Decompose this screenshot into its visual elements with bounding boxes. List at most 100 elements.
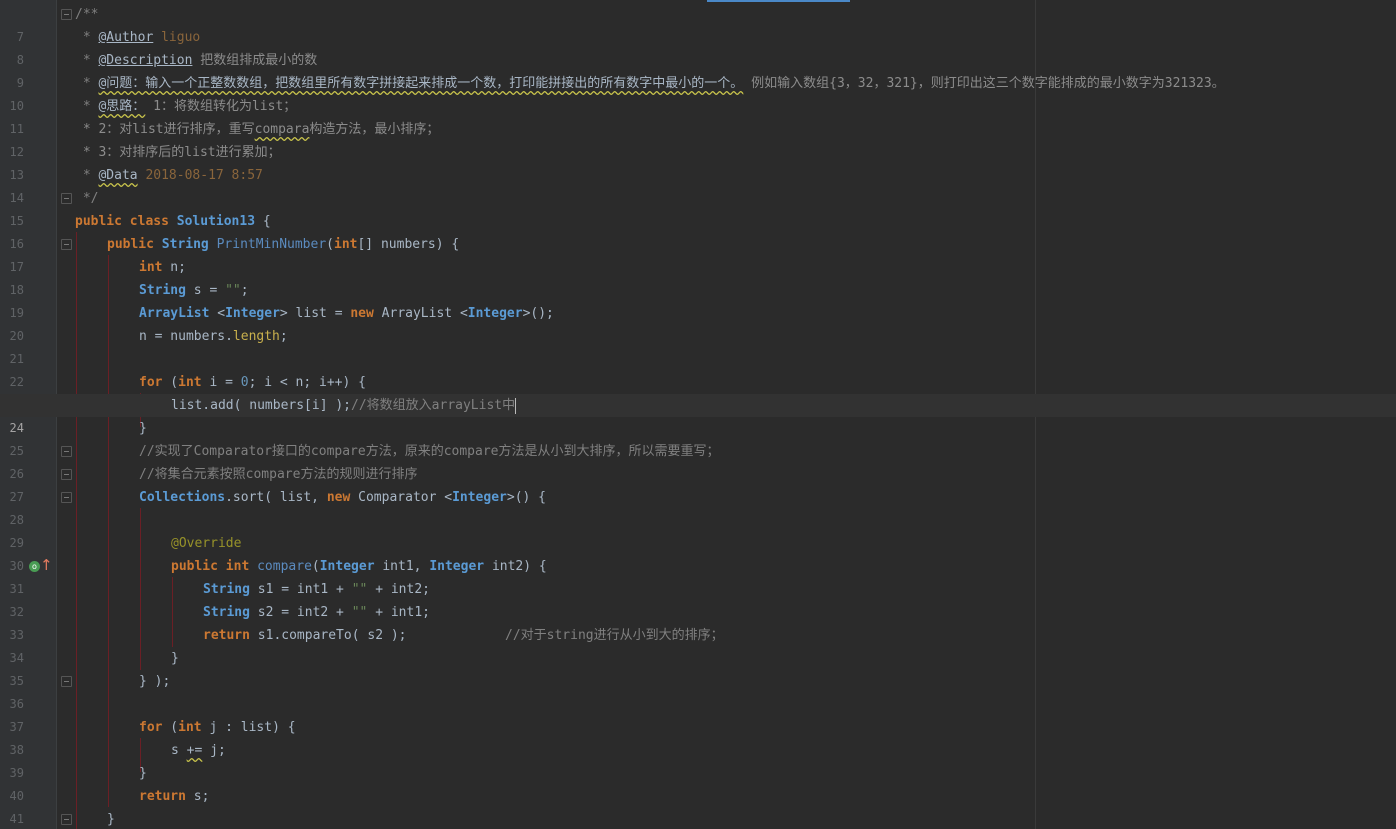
- code-line[interactable]: 14 * @Data 2018-08-17 8:57: [0, 164, 1396, 205]
- code-line[interactable]: 21 n = numbers.length;: [0, 325, 1396, 366]
- code-line[interactable]: 19 String s = "";: [0, 279, 1396, 320]
- code-line[interactable]: 9 * @Description 把数组排成最小的数: [0, 49, 1396, 90]
- code-line[interactable]: 33 String s2 = int2 + "" + int1;: [0, 601, 1396, 642]
- code-line[interactable]: 30 @Override: [0, 532, 1396, 573]
- code-line[interactable]: 25 }: [0, 417, 1396, 458]
- code-line[interactable]: 27 //将集合元素按照compare方法的规则进行排序: [0, 463, 1396, 504]
- type: ArrayList: [139, 306, 210, 321]
- fold-toggle-icon[interactable]: [61, 469, 72, 480]
- line-comment: //实现了Comparator接口的compare方法，原来的compare方法…: [139, 444, 720, 459]
- code-line[interactable]: 37: [0, 693, 1396, 734]
- brace: }: [171, 651, 179, 666]
- code-line[interactable]: 7 /**: [0, 3, 1396, 44]
- string-literal: "": [225, 283, 241, 298]
- keyword: return: [203, 628, 250, 643]
- statement: j : list) {: [201, 720, 296, 735]
- code-line[interactable]: 36 } );: [0, 670, 1396, 711]
- code-line[interactable]: 15 */: [0, 187, 1396, 228]
- code-line[interactable]: 13 * 3：对排序后的list进行累加；: [0, 141, 1396, 182]
- code-line[interactable]: 35 }: [0, 647, 1396, 688]
- code-line[interactable]: 16 public class Solution13 {: [0, 210, 1396, 251]
- code-line[interactable]: 12 * 2：对list进行排序，重写compara构造方法，最小排序；: [0, 118, 1396, 159]
- statement: s2 = int2 +: [249, 605, 352, 620]
- statement: ; i < n; i++) {: [248, 375, 366, 390]
- code-line[interactable]: 11 * @思路： 1：将数组转化为list；: [0, 95, 1396, 136]
- fold-toggle-icon[interactable]: [61, 193, 72, 204]
- number-literal: 0: [240, 375, 249, 390]
- current-code-line[interactable]: 24 list.add( numbers[i] );//将数组放入arrayLi…: [0, 394, 1396, 435]
- statement: + int1;: [367, 605, 430, 620]
- keyword: public: [107, 237, 154, 252]
- author-value: liguo: [153, 30, 201, 45]
- statement: s;: [185, 789, 210, 804]
- doc-comment-open: /**: [75, 7, 99, 22]
- code-line[interactable]: 41 return s;: [0, 785, 1396, 826]
- code-line[interactable]: 26 //实现了Comparator接口的compare方法，原来的compar…: [0, 440, 1396, 481]
- code-line[interactable]: 40 }: [0, 762, 1396, 803]
- generic-open: <: [459, 306, 468, 321]
- param: int1,: [374, 559, 430, 574]
- string-literal: "": [351, 582, 368, 597]
- line-comment: //将数组放入arrayList中: [351, 398, 516, 413]
- code-line[interactable]: 31 o ↑ public int compare(Integer int1, …: [0, 555, 1396, 596]
- type: String: [203, 582, 250, 597]
- code-line[interactable]: 8 * @Author liguo: [0, 26, 1396, 67]
- code-line[interactable]: 17 public String PrintMinNumber(int[] nu…: [0, 233, 1396, 274]
- doc-step-2-word: compara: [254, 122, 310, 137]
- generic-open: <: [444, 490, 453, 505]
- code-line[interactable]: 10 * @问题：输入一个正整数数组，把数组里所有数字拼接起来排成一个数，打印能…: [0, 72, 1396, 113]
- code-line[interactable]: 39 s += j;: [0, 739, 1396, 780]
- code-line[interactable]: 28 Collections.sort( list, new Comparato…: [0, 486, 1396, 527]
- code-line[interactable]: 42 }: [0, 808, 1396, 829]
- type: Integer: [467, 306, 523, 321]
- fold-toggle-icon[interactable]: [61, 492, 72, 503]
- statement: >() {: [506, 490, 547, 505]
- override-gutter-marker[interactable]: o ↑: [29, 556, 53, 575]
- override-icon[interactable]: o: [29, 561, 40, 572]
- fold-toggle-icon[interactable]: [61, 676, 72, 687]
- keyword: for: [139, 375, 163, 390]
- type: Integer: [452, 490, 507, 505]
- param: int2) {: [484, 559, 547, 574]
- statement: ArrayList: [373, 306, 460, 321]
- semicolon: ;: [240, 283, 249, 298]
- method-name: PrintMinNumber: [216, 237, 327, 252]
- keyword: new: [350, 306, 374, 321]
- fold-toggle-icon[interactable]: [61, 446, 72, 457]
- code-editor[interactable]: 7 /** 8 * @Author liguo 9 * @Description…: [0, 0, 1396, 829]
- code-line[interactable]: 22: [0, 348, 1396, 389]
- statement: s: [171, 743, 187, 758]
- doc-step-3: * 3：对排序后的list进行累加；: [75, 145, 281, 160]
- annotation: @Override: [171, 536, 242, 551]
- statement: Comparator: [350, 490, 445, 505]
- tab-indicator: [707, 0, 850, 2]
- statement: s1 = int1 +: [249, 582, 352, 597]
- doc-step-2-tail: 构造方法，最小排序；: [309, 122, 440, 137]
- doc-star: *: [75, 76, 99, 91]
- up-arrow-icon[interactable]: ↑: [40, 556, 53, 574]
- statement: s =: [185, 283, 226, 298]
- code-line[interactable]: 23 for (int i = 0; i < n; i++) {: [0, 371, 1396, 412]
- keyword: int: [334, 237, 358, 252]
- code-line[interactable]: 34 return s1.compareTo( s2 ); //对于string…: [0, 624, 1396, 665]
- doc-step-2: * 2：对list进行排序，重写: [75, 122, 255, 137]
- keyword: new: [326, 490, 351, 505]
- statement: } );: [139, 674, 171, 689]
- fold-toggle-icon[interactable]: [61, 814, 72, 825]
- params: [] numbers) {: [357, 237, 460, 252]
- code-line[interactable]: 29: [0, 509, 1396, 550]
- fold-toggle-icon[interactable]: [61, 9, 72, 20]
- code-line[interactable]: 38 for (int j : list) {: [0, 716, 1396, 757]
- code-line[interactable]: 32 String s1 = int1 + "" + int2;: [0, 578, 1396, 619]
- description-value: 把数组排成最小的数: [192, 53, 318, 68]
- method-name: compare: [257, 559, 312, 574]
- paren: (: [162, 375, 179, 390]
- fold-toggle-icon[interactable]: [61, 239, 72, 250]
- keyword: int: [225, 559, 250, 574]
- code-line[interactable]: 20 ArrayList <Integer> list = new ArrayL…: [0, 302, 1396, 343]
- statement: i =: [201, 375, 241, 390]
- brace: }: [139, 766, 147, 781]
- doc-star: *: [75, 168, 99, 183]
- code-line[interactable]: 18 int n;: [0, 256, 1396, 297]
- line-comment: //将集合元素按照compare方法的规则进行排序: [139, 467, 418, 482]
